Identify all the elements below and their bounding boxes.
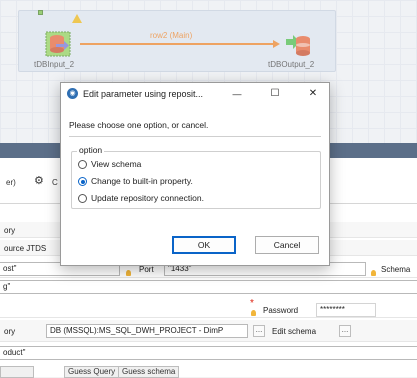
option-label: View schema: [91, 159, 142, 169]
talend-app-icon: ◉: [67, 88, 78, 99]
edit-schema-button[interactable]: ...: [339, 325, 351, 337]
option-group-label: option: [77, 145, 105, 155]
option-label: Update repository connection.: [91, 193, 204, 203]
ok-button[interactable]: OK: [172, 236, 236, 254]
password-field[interactable]: ********: [316, 303, 376, 317]
maximize-button[interactable]: ☐: [265, 85, 285, 103]
schema-repository-field[interactable]: DB (MSSQL):MS_SQL_DWH_PROJECT - DimP: [46, 324, 248, 338]
tab-partial-label-2[interactable]: C: [52, 178, 58, 187]
cancel-button[interactable]: Cancel: [255, 236, 319, 254]
minimize-button[interactable]: —: [227, 85, 247, 103]
component-tab-icon[interactable]: ⚙: [34, 174, 44, 187]
dialog-separator: [69, 136, 321, 137]
host-hint-icon: [126, 270, 131, 276]
dialog-prompt: Please choose one option, or cancel.: [69, 120, 209, 130]
database-field[interactable]: g": [0, 280, 417, 294]
db-version-label: ource JTDS: [4, 244, 47, 253]
query-type-field[interactable]: [0, 366, 34, 378]
option-view-schema[interactable]: View schema: [78, 159, 228, 171]
edit-schema-label: Edit schema: [272, 327, 317, 336]
guess-query-button[interactable]: Guess Query: [64, 366, 120, 378]
option-change-to-built-in[interactable]: Change to built-in property.: [78, 176, 248, 188]
edit-parameter-dialog: ◉ Edit parameter using reposit... — ☐ ✕ …: [60, 82, 330, 266]
close-button[interactable]: ✕: [303, 85, 323, 103]
schema-browse-button[interactable]: ...: [253, 325, 265, 337]
table-name-field[interactable]: oduct": [0, 346, 417, 360]
radio-view-schema[interactable]: [78, 160, 87, 169]
required-asterisk-icon: *: [250, 298, 254, 309]
option-label: Change to built-in property.: [91, 176, 193, 186]
dialog-titlebar[interactable]: ◉ Edit parameter using reposit... — ☐ ✕: [61, 83, 329, 105]
password-label: Password: [263, 306, 299, 315]
radio-update-repository[interactable]: [78, 194, 87, 203]
schema-label: Schema: [381, 265, 411, 274]
port-label: Port: [139, 265, 154, 274]
password-hint-icon: [251, 310, 256, 316]
dialog-title: Edit parameter using reposit...: [83, 89, 204, 99]
tab-partial-label[interactable]: er): [6, 178, 16, 187]
port-hint-icon: [371, 270, 376, 276]
property-type-label: ory: [4, 226, 16, 235]
radio-change-to-built-in[interactable]: [78, 177, 87, 186]
option-update-repository[interactable]: Update repository connection.: [78, 193, 258, 205]
guess-schema-button[interactable]: Guess schema: [118, 366, 180, 378]
schema-type-label: ory: [4, 327, 16, 336]
